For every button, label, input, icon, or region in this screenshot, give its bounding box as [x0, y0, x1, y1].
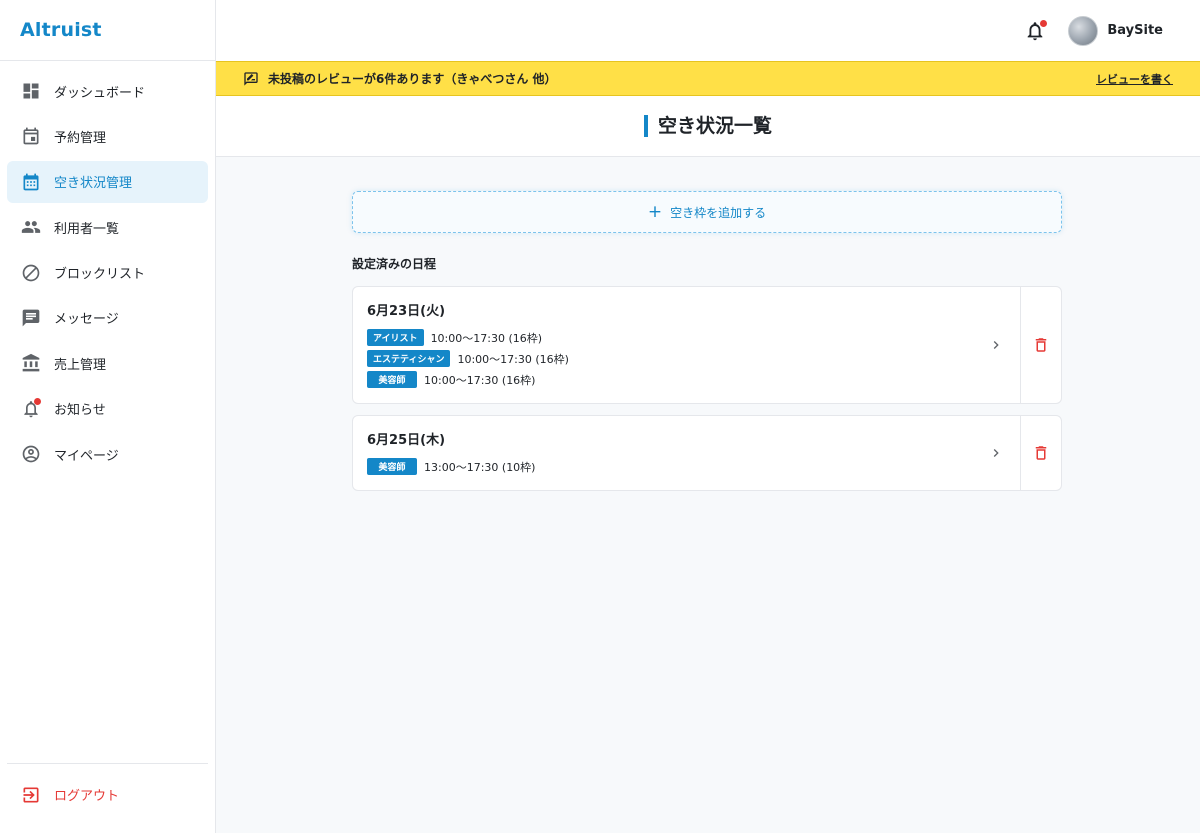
- chevron-right-icon: [993, 449, 999, 457]
- slot-time: 10:00〜17:30 (16枠): [457, 352, 569, 366]
- schedule-card-open[interactable]: 6月25日(木) 美容師 13:00〜17:30 (10枠): [353, 416, 1020, 490]
- sidebar-item-users[interactable]: 利用者一覧: [7, 206, 208, 248]
- notification-badge: [1040, 19, 1048, 27]
- page-title: 空き状況一覧: [643, 115, 772, 137]
- rate-review-icon: [244, 71, 258, 86]
- trash-icon: [1035, 338, 1047, 352]
- notification-badge: [34, 397, 41, 405]
- block-icon: [21, 263, 41, 283]
- logout-label: ログアウト: [54, 789, 120, 805]
- schedule-date: 6月23日(火): [367, 304, 446, 319]
- sidebar-item-messages[interactable]: メッセージ: [7, 297, 208, 339]
- schedule-card: 6月23日(火) アイリスト 10:00〜17:30 (16枠) エステティシャ…: [352, 286, 1062, 404]
- calendar-today-icon: [21, 126, 41, 146]
- account-circle-icon: [21, 444, 41, 464]
- sidebar-item-label: マイページ: [54, 448, 119, 464]
- username[interactable]: BaySite: [1107, 23, 1163, 38]
- sidebar-item-mypage[interactable]: マイページ: [7, 433, 208, 475]
- section-title: 設定済みの日程: [352, 257, 437, 271]
- banner-message-group: 未投稿のレビューが6件あります（きゃべつさん 他）: [243, 70, 557, 87]
- sidebar-item-label: 売上管理: [54, 357, 107, 373]
- dashboard-icon: [21, 81, 41, 101]
- schedule-card-open[interactable]: 6月23日(火) アイリスト 10:00〜17:30 (16枠) エステティシャ…: [353, 287, 1020, 403]
- main-area: BaySite 未投稿のレビューが6件あります（きゃべつさん 他） レビューを書…: [216, 0, 1200, 833]
- avatar[interactable]: [1068, 15, 1099, 46]
- slot-time: 13:00〜17:30 (10枠): [424, 460, 536, 474]
- top-bar: BaySite: [216, 0, 1200, 61]
- page-header: 空き状況一覧: [216, 96, 1200, 157]
- sidebar-item-label: 予約管理: [54, 130, 107, 146]
- sidebar-item-label: メッセージ: [54, 312, 119, 328]
- logout-button[interactable]: ログアウト: [7, 774, 208, 816]
- role-tag: アイリスト: [367, 329, 424, 346]
- role-tag: 美容師: [367, 371, 417, 388]
- sidebar-item-label: 利用者一覧: [54, 221, 120, 237]
- plus-icon: +: [647, 201, 663, 222]
- slot-row: エステティシャン 10:00〜17:30 (16枠): [367, 348, 1006, 369]
- slot-time: 10:00〜17:30 (16枠): [424, 373, 536, 387]
- chevron-right-icon: [993, 341, 999, 349]
- sidebar-item-blocklist[interactable]: ブロックリスト: [7, 252, 208, 294]
- sidebar-item-dashboard[interactable]: ダッシュボード: [7, 70, 208, 112]
- sidebar: Altruist ダッシュボード 予約管理 空き状況管理 利用者一覧 ブロックリ…: [0, 0, 216, 833]
- brand-logo[interactable]: Altruist: [0, 0, 215, 61]
- logout-section: ログアウト: [7, 762, 208, 833]
- role-tag: 美容師: [367, 458, 417, 475]
- add-slot-button[interactable]: + 空き枠を追加する: [352, 191, 1062, 233]
- slot-row: アイリスト 10:00〜17:30 (16枠): [367, 327, 1006, 348]
- bell-icon: [21, 397, 41, 419]
- users-icon: [21, 217, 41, 237]
- message-icon: [21, 308, 41, 328]
- sidebar-item-notices[interactable]: お知らせ: [7, 388, 208, 430]
- role-tag: エステティシャン: [367, 350, 451, 367]
- bank-icon: [21, 353, 41, 373]
- sidebar-nav: ダッシュボード 予約管理 空き状況管理 利用者一覧 ブロックリスト メッセージ …: [0, 61, 215, 763]
- slot-time: 10:00〜17:30 (16枠): [430, 331, 543, 345]
- availability-content: + 空き枠を追加する 設定済みの日程 6月23日(火) アイリスト 10:00〜…: [352, 191, 1062, 502]
- sidebar-item-sales[interactable]: 売上管理: [7, 342, 208, 384]
- write-review-link[interactable]: レビューを書く: [1096, 71, 1173, 87]
- schedule-date: 6月25日(木): [367, 433, 446, 448]
- slot-row: 美容師 13:00〜17:30 (10枠): [367, 456, 1006, 477]
- sidebar-item-label: お知らせ: [54, 403, 106, 419]
- slot-row: 美容師 10:00〜17:30 (16枠): [367, 369, 1006, 390]
- sidebar-item-label: ブロックリスト: [54, 267, 146, 283]
- sidebar-item-label: ダッシュボード: [54, 85, 146, 101]
- delete-schedule-button[interactable]: [1020, 287, 1061, 403]
- logout-icon: [21, 785, 41, 805]
- trash-icon: [1035, 446, 1047, 460]
- add-slot-label: 空き枠を追加する: [670, 205, 767, 220]
- sidebar-item-label: 空き状況管理: [54, 176, 133, 192]
- sidebar-item-availability[interactable]: 空き状況管理: [7, 160, 208, 203]
- sidebar-item-reservations[interactable]: 予約管理: [7, 115, 208, 157]
- schedule-card: 6月25日(木) 美容師 13:00〜17:30 (10枠): [352, 415, 1062, 491]
- review-banner: 未投稿のレビューが6件あります（きゃべつさん 他） レビューを書く: [216, 61, 1200, 96]
- banner-message: 未投稿のレビューが6件あります（きゃべつさん 他）: [268, 72, 557, 86]
- calendar-month-icon: [21, 172, 41, 192]
- app-root: Altruist ダッシュボード 予約管理 空き状況管理 利用者一覧 ブロックリ…: [0, 0, 1200, 833]
- notification-bell-button[interactable]: [1024, 19, 1048, 42]
- delete-schedule-button[interactable]: [1020, 416, 1061, 490]
